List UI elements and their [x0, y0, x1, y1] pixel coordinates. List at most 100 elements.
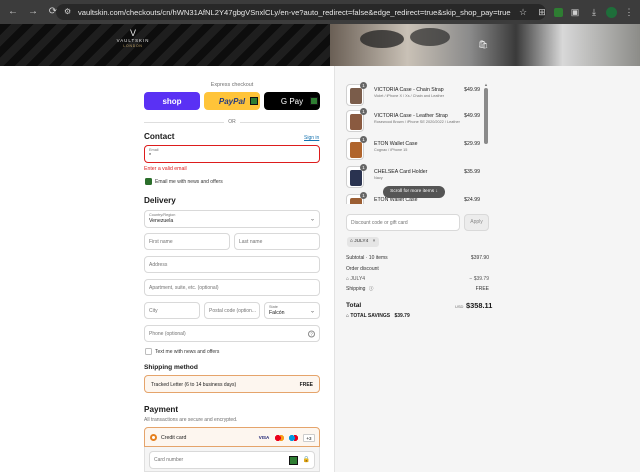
back-icon[interactable]: ← [6, 5, 20, 19]
last-name-input[interactable]: Last name [234, 233, 320, 250]
product-name: VICTORIA Case - Leather Strap [374, 113, 448, 119]
phone-placeholder: Phone (optional) [149, 330, 186, 337]
arrow-down-icon: ↓ [435, 189, 438, 194]
product-name: ETON Wallet Case [374, 141, 418, 147]
forward-icon[interactable]: → [26, 5, 40, 19]
state-value: Falcón [269, 310, 285, 316]
extensions-icon[interactable]: ⊞ [535, 5, 549, 19]
order-discount-value: − $39.79 [469, 276, 489, 282]
maestro-icon [288, 434, 299, 442]
cart-scrollbar[interactable]: ▲ [484, 82, 488, 204]
tag-icon: ⌂ [346, 276, 350, 282]
sign-in-link[interactable]: Sign in [304, 135, 319, 141]
country-label: Country/Region [149, 213, 176, 217]
product-name: CHELSEA Card Holder [374, 169, 428, 175]
cart-item: 1 VICTORIA Case - Leather Strap Rosewood… [346, 108, 488, 134]
address-placeholder: Address [149, 261, 168, 268]
info-icon[interactable]: ⓘ [369, 286, 374, 291]
postal-placeholder: Postal code (option... [209, 307, 256, 314]
savings-label: TOTAL SAVINGS [350, 313, 391, 319]
product-price: $49.99 [464, 87, 480, 93]
shop-pay-button[interactable]: shop [144, 92, 200, 110]
address-input[interactable]: Address [144, 256, 320, 273]
cart-item: 1 VICTORIA Case - Chain Strap Violet / i… [346, 82, 488, 108]
extension-overlay-icon [310, 97, 318, 105]
product-name: VICTORIA Case - Chain Strap [374, 87, 444, 93]
city-input[interactable]: City [144, 302, 200, 319]
total-value: $358.11 [466, 301, 493, 310]
sms-checkbox[interactable] [145, 348, 152, 355]
remove-discount-icon[interactable]: × [373, 239, 376, 244]
or-label: OR [228, 119, 236, 125]
chevron-down-icon: ⌄ [309, 216, 315, 223]
delivery-heading: Delivery [144, 196, 176, 205]
download-icon[interactable]: ⤓ [587, 5, 601, 19]
order-discount-code: JULY4 [350, 276, 366, 282]
shipping-heading: Shipping method [144, 364, 198, 371]
tag-icon: ⌂ [346, 313, 350, 319]
cart-bag-icon[interactable]: 🛍 [478, 40, 488, 50]
apartment-placeholder: Apartment, suite, etc. (optional) [149, 284, 219, 291]
apply-discount-button[interactable]: Apply [464, 214, 489, 231]
help-icon[interactable]: ? [308, 330, 315, 337]
product-price: $35.99 [464, 169, 480, 175]
total-savings: ⌂ TOTAL SAVINGS $39.79 [346, 313, 410, 319]
logo-sub: LONDON [123, 44, 143, 48]
scroll-more-hint[interactable]: Scroll for more items ↓ [383, 186, 445, 198]
total-currency: USD [455, 304, 464, 309]
sidebar-icon[interactable]: ▣ [568, 5, 582, 19]
store-logo[interactable]: V VAULTSKIN LONDON [114, 28, 152, 49]
extension-overlay-icon [289, 456, 298, 465]
tag-icon: ⌂ [350, 239, 353, 244]
banner-pattern [0, 24, 330, 66]
email-field[interactable]: Email * [144, 145, 320, 163]
apartment-input[interactable]: Apartment, suite, etc. (optional) [144, 279, 320, 296]
email-value: * [149, 153, 152, 159]
browser-toolbar: ← → ⟳ ⚙ vaultskin.com/checkouts/cn/hWN31… [0, 0, 640, 24]
state-label: State [269, 305, 278, 309]
extension-badge-icon[interactable] [554, 8, 563, 17]
store-header-banner [0, 24, 640, 66]
quantity-badge: 1 [360, 192, 367, 199]
newsletter-checkbox[interactable] [145, 178, 152, 185]
state-select[interactable]: State Falcón ⌄ [264, 302, 320, 319]
cart-item: 1 ETON Wallet Case Cognac / iPhone 15 $2… [346, 136, 488, 162]
city-placeholder: City [149, 307, 158, 314]
scrollbar-thumb[interactable] [484, 88, 488, 144]
menu-icon[interactable]: ⋮ [622, 5, 636, 19]
shipping-label: Shipping [346, 286, 366, 292]
product-variant: Cognac / iPhone 15 [374, 148, 408, 152]
extension-overlay-icon [250, 97, 258, 105]
newsletter-label: Email me with news and offers [155, 179, 223, 185]
site-info-icon[interactable]: ⚙ [64, 8, 72, 16]
more-cards-badge: +3 [303, 434, 315, 442]
country-value: Venezuela [149, 218, 174, 224]
address-bar[interactable]: ⚙ vaultskin.com/checkouts/cn/hWN31AfNL2Y… [56, 4, 546, 20]
scroll-hint-text: Scroll for more items [390, 189, 435, 194]
postal-code-input[interactable]: Postal code (option... [204, 302, 260, 319]
email-label: Email [149, 148, 159, 152]
first-name-input[interactable]: First name [144, 233, 230, 250]
payment-subtitle: All transactions are secure and encrypte… [144, 417, 238, 423]
country-select[interactable]: Country/Region Venezuela ⌄ [144, 210, 320, 228]
card-number-placeholder: Card number [154, 457, 184, 463]
phone-input[interactable]: Phone (optional) ? [144, 325, 320, 342]
card-number-input[interactable]: Card number 🔒 [149, 451, 315, 469]
product-price: $29.99 [464, 141, 480, 147]
quantity-badge: 1 [360, 82, 367, 89]
credit-card-option[interactable]: Credit card VISA +3 [144, 427, 320, 447]
shipping-option[interactable]: Tracked Letter (6 to 14 business days) F… [144, 375, 320, 393]
contact-heading: Contact [144, 132, 175, 141]
savings-value: $39.79 [394, 313, 410, 319]
first-name-placeholder: First name [149, 238, 173, 245]
credit-card-radio[interactable] [150, 434, 157, 441]
discount-code-input[interactable]: Discount code or gift card [346, 214, 460, 231]
banner-decor [410, 28, 450, 46]
email-error: Enter a valid email [144, 166, 187, 172]
payment-heading: Payment [144, 405, 179, 414]
applied-code: JULY4 [354, 239, 369, 244]
sms-label: Text me with news and offers [155, 349, 220, 355]
profile-avatar[interactable] [606, 7, 617, 18]
star-icon[interactable]: ☆ [516, 5, 530, 19]
scroll-up-icon[interactable]: ▲ [484, 82, 488, 87]
